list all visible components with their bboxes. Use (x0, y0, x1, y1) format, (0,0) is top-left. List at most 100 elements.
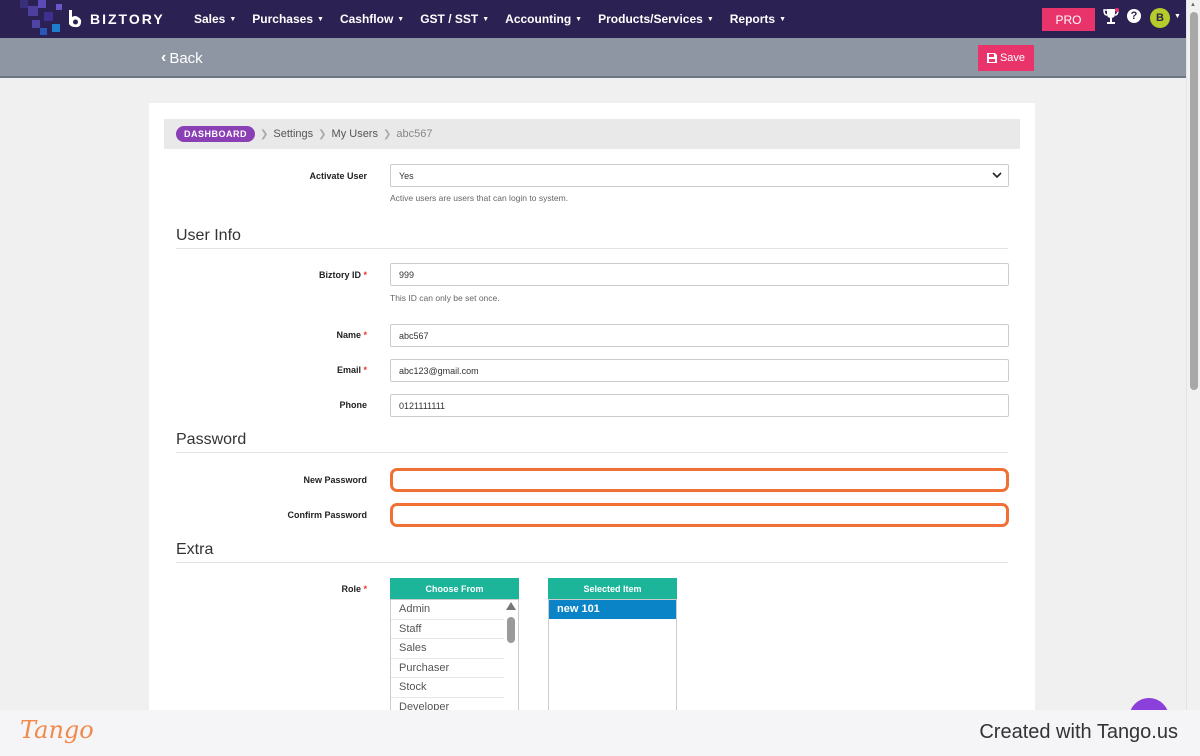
activate-user-value: Yes (399, 170, 414, 181)
breadcrumb-my-users[interactable]: My Users (332, 128, 378, 140)
role-option-staff[interactable]: Staff (391, 620, 504, 639)
menu-label: GST / SST (420, 12, 479, 26)
name-value: abc567 (399, 330, 429, 341)
required-mark: * (363, 365, 367, 375)
menu-sales[interactable]: Sales ▼ (194, 12, 236, 26)
choose-from-list[interactable]: Admin Staff Sales Purchaser Stock Develo… (390, 599, 519, 714)
name-field[interactable]: abc567 (390, 324, 1009, 347)
label-text: Name (336, 330, 361, 340)
new-password-field[interactable] (390, 468, 1009, 492)
role-option-stock[interactable]: Stock (391, 678, 504, 698)
email-field[interactable]: abc123@gmail.com (390, 359, 1009, 382)
chevron-right-icon: ❯ (382, 128, 392, 140)
activate-user-label: Activate User (309, 171, 367, 181)
triangle-up-icon[interactable] (506, 602, 516, 610)
biztory-id-field[interactable]: 999 (390, 263, 1009, 286)
menu-label: Purchases (252, 12, 313, 26)
scroll-up-icon[interactable]: ▲ (1190, 2, 1196, 8)
menu-label: Products/Services (598, 12, 703, 26)
save-button[interactable]: Save (978, 45, 1034, 71)
role-option-sales[interactable]: Sales (391, 639, 504, 659)
menu-label: Cashflow (339, 12, 394, 26)
caret-down-icon: ▼ (779, 15, 787, 23)
caret-down-icon: ▼ (482, 15, 490, 23)
confirm-password-field[interactable] (390, 503, 1009, 527)
menu-accounting[interactable]: Accounting ▼ (505, 12, 582, 26)
breadcrumb-settings[interactable]: Settings (273, 128, 313, 140)
help-icon[interactable]: ? (1127, 9, 1141, 23)
scrollbar-thumb[interactable] (507, 617, 515, 643)
created-with-text: Created with Tango.us (979, 721, 1178, 743)
biztory-logo-icon (69, 10, 82, 28)
activate-user-help: Active users are users that can login to… (390, 193, 569, 203)
menu-label: Sales (194, 12, 226, 26)
chevron-left-icon: ‹ (161, 49, 167, 66)
brand-name: BIZTORY (90, 11, 165, 27)
phone-label: Phone (339, 400, 367, 410)
menu-cashflow[interactable]: Cashflow ▼ (340, 12, 404, 26)
selected-item-header: Selected Item (548, 578, 677, 599)
caret-down-icon: ▼ (229, 15, 237, 23)
chevron-right-icon: ❯ (260, 128, 269, 140)
menu-label: Accounting (505, 12, 572, 26)
caret-down-icon: ▼ (706, 15, 714, 23)
menu-reports[interactable]: Reports ▼ (730, 12, 786, 26)
password-heading: Password (176, 431, 1008, 453)
save-label: Save (999, 52, 1026, 64)
user-info-heading: User Info (176, 227, 1008, 249)
user-form-card: DASHBOARD ❯ Settings ❯ My Users ❯ abc567… (149, 103, 1035, 723)
breadcrumb-dashboard[interactable]: DASHBOARD (176, 126, 255, 142)
role-option-purchaser[interactable]: Purchaser (391, 659, 504, 678)
page-scrollbar[interactable]: ▲ (1186, 0, 1200, 710)
label-text: Email (336, 365, 361, 375)
chevron-right-icon: ❯ (318, 128, 327, 140)
biztory-id-help: This ID can only be set once. (390, 293, 500, 303)
selected-item-list[interactable]: new 101 (548, 599, 677, 714)
app-logo[interactable]: BIZTORY (66, 8, 165, 30)
label-text: Role (341, 584, 361, 594)
label-text: Biztory ID (318, 270, 361, 280)
menu-gst-sst[interactable]: GST / SST ▼ (420, 12, 489, 26)
avatar[interactable]: B (1150, 8, 1170, 28)
pro-button[interactable]: PRO (1042, 8, 1095, 31)
extra-heading: Extra (176, 541, 1008, 563)
back-button[interactable]: ‹ Back (161, 49, 203, 67)
activate-user-select[interactable]: Yes (390, 164, 1009, 187)
new-password-label: New Password (303, 475, 367, 485)
menu-label: Reports (729, 12, 776, 26)
scrollbar-thumb[interactable] (1190, 12, 1198, 390)
required-mark: * (363, 584, 367, 594)
chevron-down-icon (992, 172, 1002, 179)
tango-logo: Tango (20, 716, 94, 744)
phone-value: 0121111111 (399, 400, 446, 411)
role-option-admin[interactable]: Admin (391, 600, 504, 620)
tango-footer: Tango Created with Tango.us (0, 710, 1200, 756)
breadcrumb: DASHBOARD ❯ Settings ❯ My Users ❯ abc567 (164, 119, 1020, 149)
required-mark: * (363, 270, 367, 280)
caret-down-icon: ▼ (397, 15, 405, 23)
email-label: Email * (167, 365, 367, 375)
list-scrollbar[interactable] (506, 602, 516, 643)
main-menu: Sales ▼ Purchases ▼ Cashflow ▼ GST / SST ▼ A… (186, 0, 794, 38)
name-label: Name * (167, 330, 367, 340)
caret-down-icon: ▼ (317, 15, 324, 23)
menu-purchases[interactable]: Purchases ▼ (252, 12, 324, 26)
action-bar: ‹ Back Save (0, 38, 1186, 78)
caret-down-icon[interactable]: ▼ (1174, 13, 1181, 20)
back-label: Back (169, 49, 203, 67)
biztory-id-label: Biztory ID * (167, 270, 367, 280)
selected-role-item[interactable]: new 101 (549, 600, 676, 619)
biztory-id-value: 999 (399, 269, 415, 280)
menu-products-services[interactable]: Products/Services ▼ (598, 12, 714, 26)
phone-field[interactable]: 0121111111 (390, 394, 1009, 417)
choose-from-header: Choose From (390, 578, 519, 599)
floppy-disk-icon (986, 53, 997, 63)
trophy-icon[interactable] (1103, 8, 1119, 26)
breadcrumb-current: abc567 (396, 128, 433, 140)
caret-down-icon: ▼ (575, 15, 583, 23)
confirm-password-label: Confirm Password (287, 510, 367, 520)
required-mark: * (363, 330, 367, 340)
top-nav: BIZTORY Sales ▼ Purchases ▼ Cashflow ▼ GST … (0, 0, 1186, 38)
role-label: Role * (167, 584, 367, 594)
email-value: abc123@gmail.com (399, 365, 479, 376)
